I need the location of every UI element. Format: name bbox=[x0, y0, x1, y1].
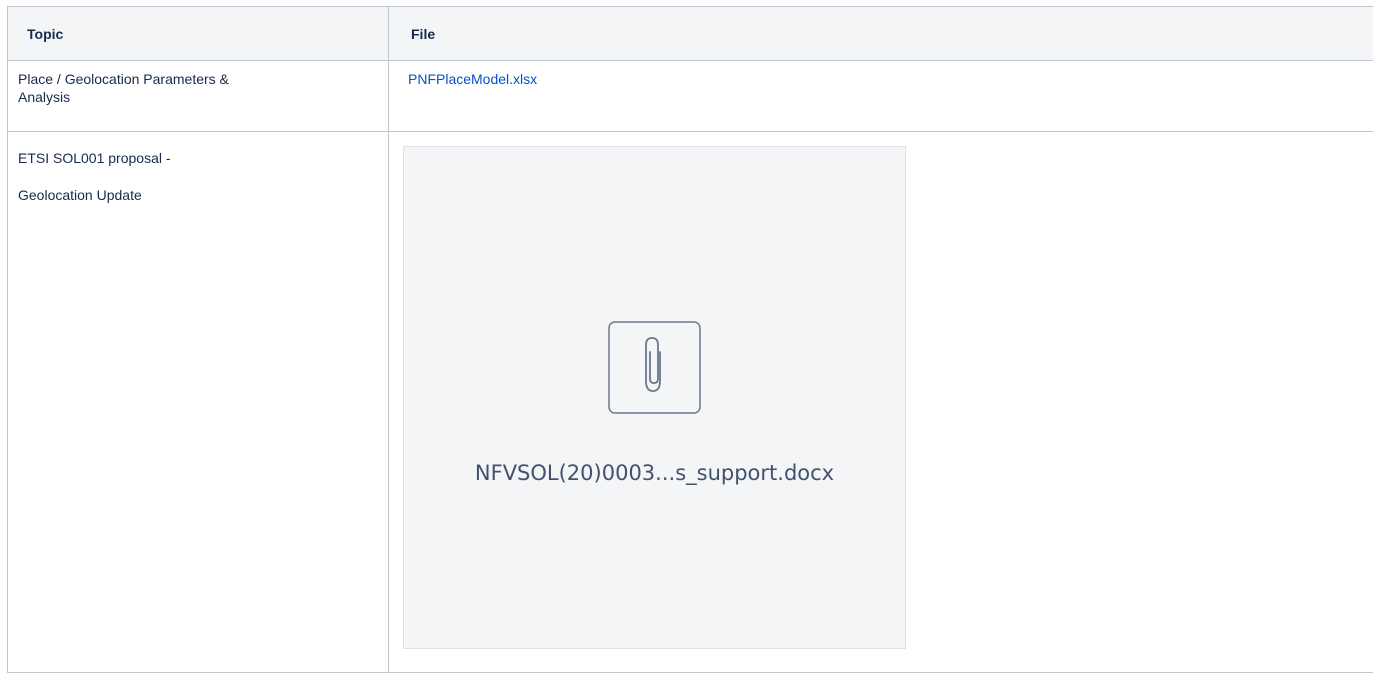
file-cell: PNFPlaceModel.xlsx bbox=[388, 61, 1373, 131]
column-header-topic: Topic bbox=[7, 7, 388, 60]
attachment-filename: NFVSOL(20)0003...s_support.docx bbox=[474, 461, 835, 485]
attachment-preview-card[interactable]: NFVSOL(20)0003...s_support.docx bbox=[403, 146, 906, 649]
paperclip-icon bbox=[608, 321, 701, 414]
table-header-row: Topic File bbox=[7, 7, 1373, 61]
file-link-pnfplacemodel[interactable]: PNFPlaceModel.xlsx bbox=[408, 71, 537, 87]
topic-text-line: Place / Geolocation Parameters & bbox=[18, 71, 229, 87]
column-header-file: File bbox=[388, 7, 1373, 60]
topic-text-line: Geolocation Update bbox=[18, 187, 142, 203]
topic-cell: ETSI SOL001 proposal - Geolocation Updat… bbox=[7, 132, 388, 672]
topic-text-line: ETSI SOL001 proposal - bbox=[18, 150, 171, 166]
topic-text-line: Analysis bbox=[18, 89, 71, 105]
topic-cell: Place / Geolocation Parameters & Analysi… bbox=[7, 61, 388, 131]
table-row: Place / Geolocation Parameters & Analysi… bbox=[7, 61, 1373, 132]
